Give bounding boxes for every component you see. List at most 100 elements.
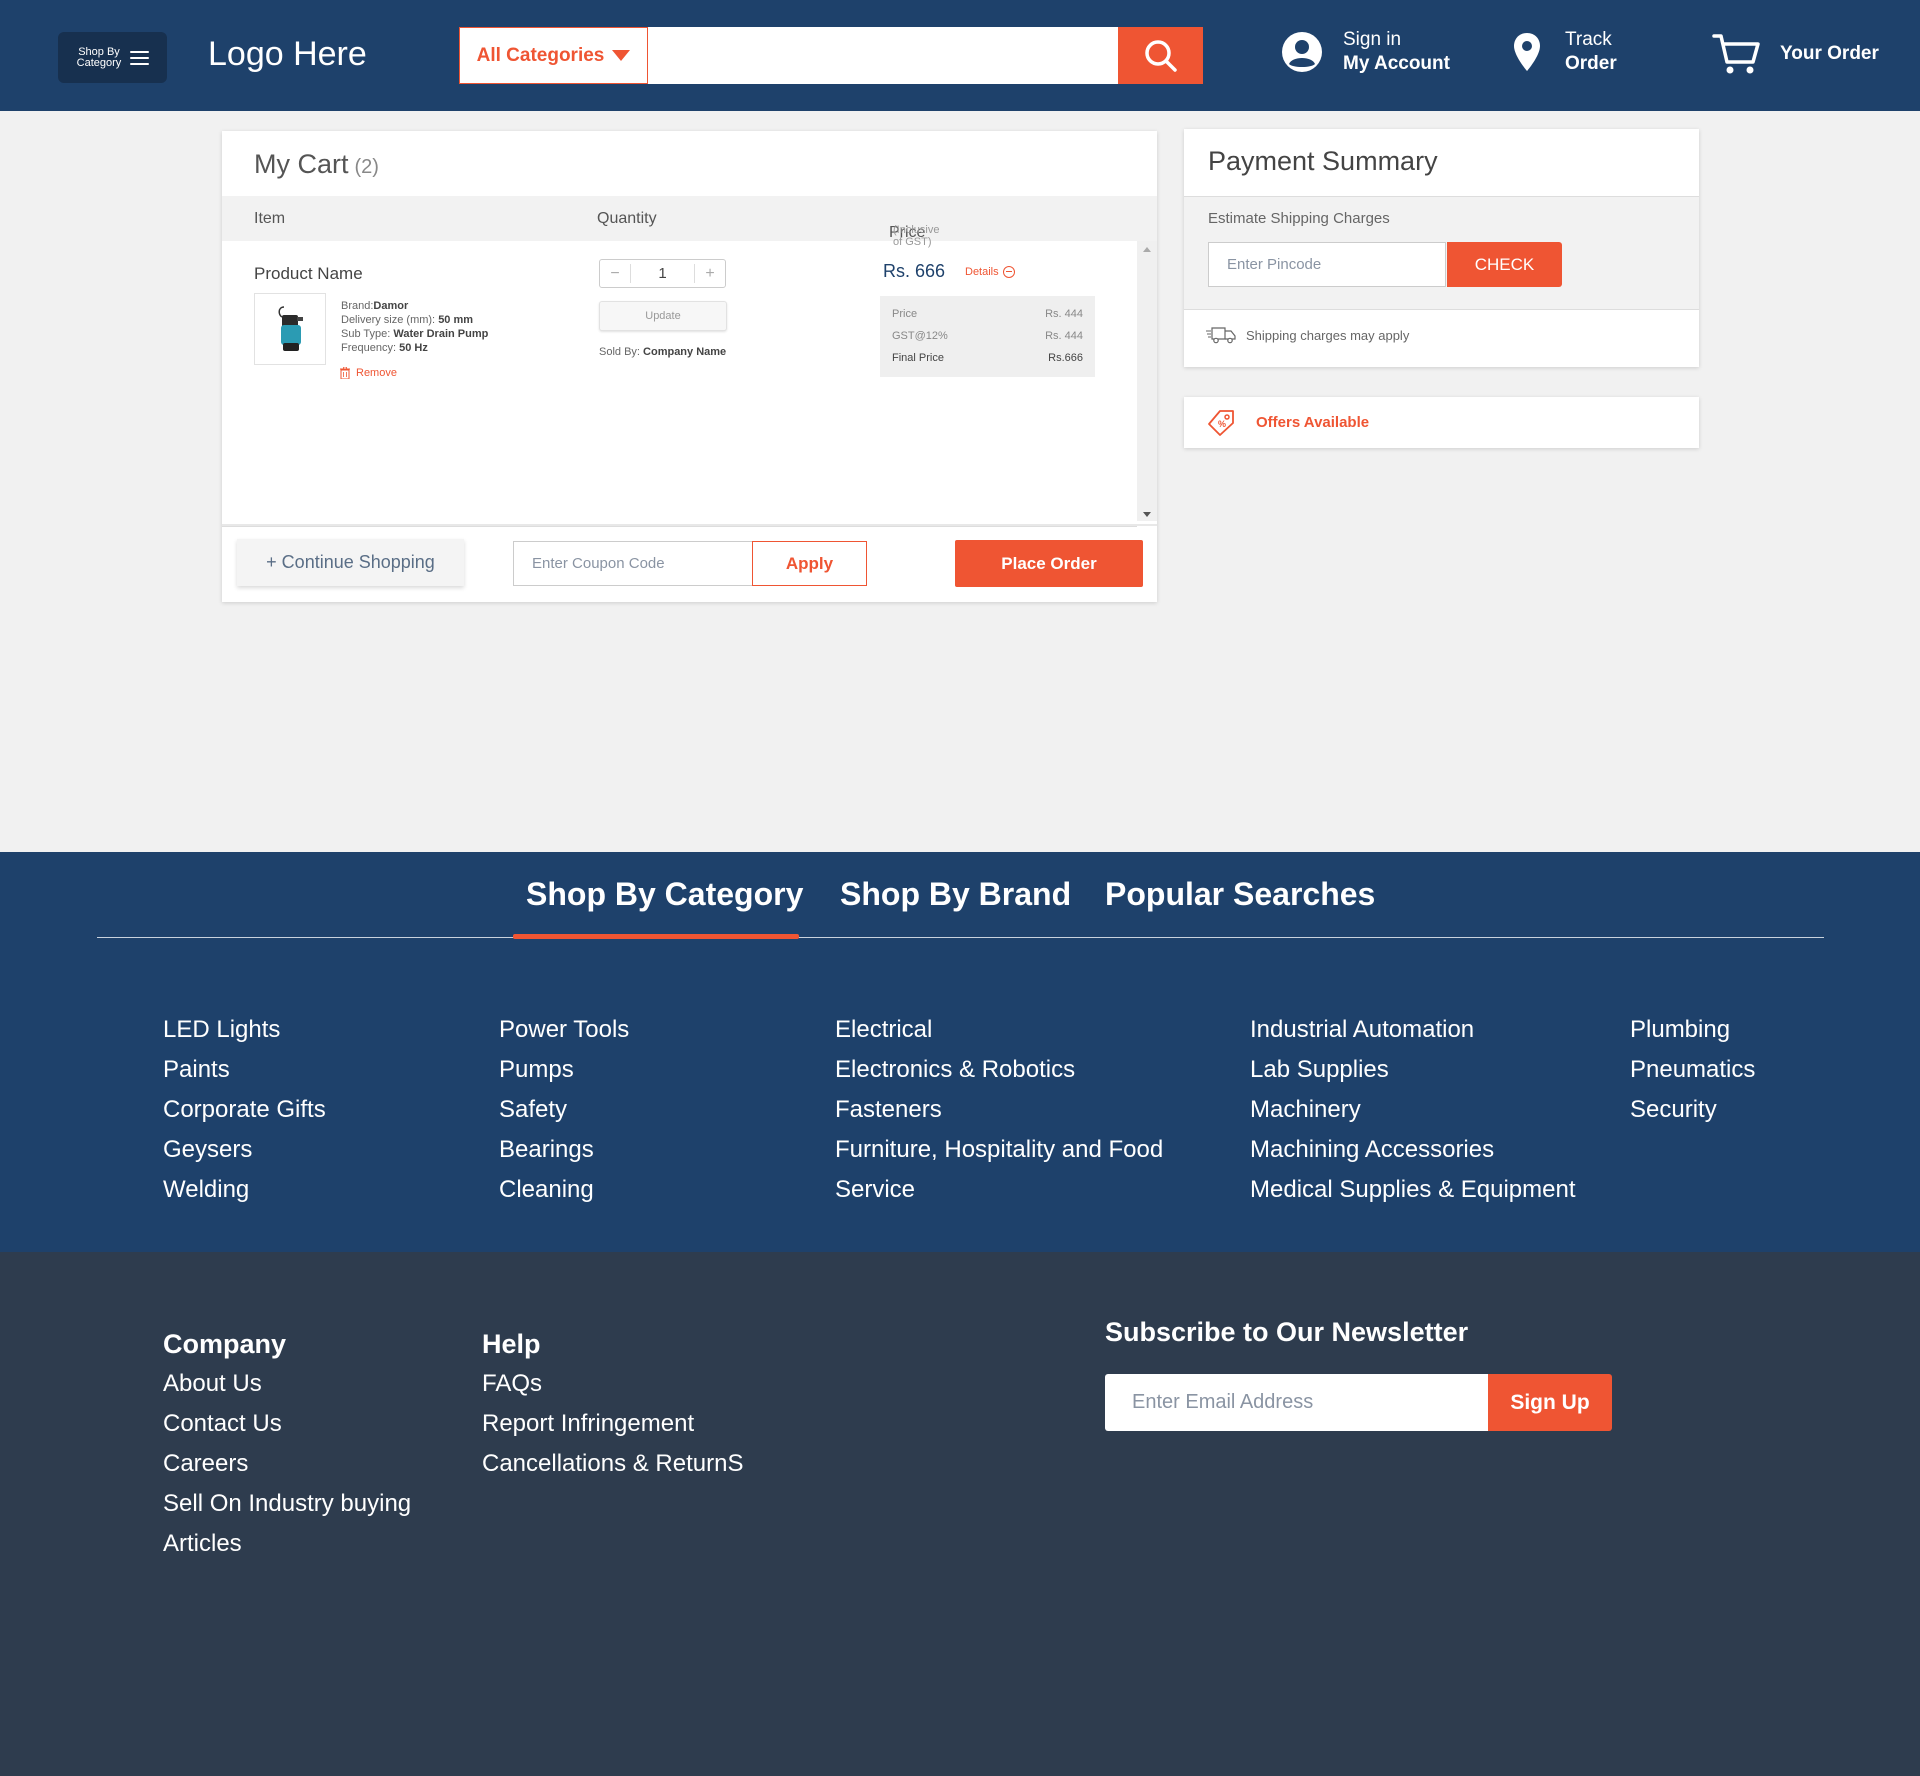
top-header: Shop By Category Logo Here All Categorie… [0, 0, 1920, 111]
category-link[interactable]: Electronics & Robotics [835, 1050, 1163, 1090]
tab-shop-by-category[interactable]: Shop By Category [526, 876, 803, 913]
decrement-button[interactable]: − [600, 265, 630, 283]
sold-by: Sold By: Company Name [599, 346, 726, 358]
category-column: Power Tools Pumps Safety Bearings Cleani… [499, 1010, 629, 1210]
update-button[interactable]: Update [599, 301, 727, 331]
category-link[interactable]: Power Tools [499, 1010, 629, 1050]
footer-tabs: Shop By Category Shop By Brand Popular S… [0, 876, 1920, 916]
category-link[interactable]: Machinery [1250, 1090, 1576, 1130]
footer-link[interactable]: Report Infringement [482, 1404, 743, 1444]
category-link[interactable]: Security [1630, 1090, 1755, 1130]
cart-icon [1712, 34, 1760, 74]
order-label: Order [1565, 53, 1617, 74]
cart-actions: + Continue Shopping Apply Place Order [222, 524, 1157, 602]
search-input[interactable] [648, 27, 1118, 84]
track-order-link[interactable]: Track Order [1513, 28, 1617, 76]
increment-button[interactable]: + [695, 265, 725, 283]
category-link[interactable]: Pumps [499, 1050, 629, 1090]
offers-available-bar[interactable]: % Offers Available [1184, 397, 1699, 448]
place-order-button[interactable]: Place Order [955, 540, 1143, 587]
category-link[interactable]: Fasteners [835, 1090, 1163, 1130]
category-dropdown[interactable]: All Categories [459, 27, 648, 84]
newsletter-signup-button[interactable]: Sign Up [1488, 1374, 1612, 1431]
category-link[interactable]: Bearings [499, 1130, 629, 1170]
scroll-up-icon[interactable] [1143, 247, 1151, 252]
continue-shopping-button[interactable]: + Continue Shopping [237, 539, 464, 586]
breakdown-label: GST@12% [892, 330, 948, 342]
category-link[interactable]: Geysers [163, 1130, 326, 1170]
shipping-note: Shipping charges may apply [1206, 326, 1409, 344]
footer-link[interactable]: Sell On Industry buying [163, 1484, 411, 1524]
product-image[interactable] [254, 293, 326, 365]
company-links: Company About Us Contact Us Careers Sell… [163, 1324, 411, 1564]
quantity-value[interactable]: 1 [630, 264, 695, 283]
price-details-toggle[interactable]: Details [965, 266, 1015, 278]
shop-by-category-button[interactable]: Shop By Category [58, 32, 167, 83]
estimate-shipping-label: Estimate Shipping Charges [1208, 210, 1390, 227]
coupon-code-input[interactable] [513, 541, 753, 586]
logo[interactable]: Logo Here [208, 35, 367, 74]
sub-type-value: Water Drain Pump [393, 328, 489, 340]
newsletter-email-input[interactable] [1105, 1374, 1490, 1431]
help-links: Help FAQs Report Infringement Cancellati… [482, 1324, 743, 1484]
help-heading: Help [482, 1329, 541, 1359]
category-link[interactable]: Safety [499, 1090, 629, 1130]
cart-scrollbar[interactable] [1137, 241, 1157, 521]
category-link[interactable]: Paints [163, 1050, 326, 1090]
frequency-value: 50 Hz [399, 342, 428, 354]
tab-shop-by-brand[interactable]: Shop By Brand [840, 876, 1071, 913]
newsletter-title: Subscribe to Our Newsletter [1105, 1317, 1469, 1347]
your-order-link[interactable]: Your Order [1712, 32, 1879, 76]
delivery-size-value: 50 mm [438, 314, 474, 326]
sold-by-value: Company Name [643, 346, 727, 358]
apply-coupon-button[interactable]: Apply [752, 541, 867, 586]
category-link[interactable]: Cleaning [499, 1170, 629, 1210]
pincode-input[interactable] [1208, 242, 1446, 287]
payment-summary-title: Payment Summary [1208, 146, 1438, 176]
category-link[interactable]: Corporate Gifts [163, 1090, 326, 1130]
remove-item-link[interactable]: Remove [340, 367, 397, 379]
category-link[interactable]: Lab Supplies [1250, 1050, 1576, 1090]
svg-text:%: % [1218, 419, 1226, 429]
product-name[interactable]: Product Name [254, 264, 363, 284]
offers-available-label: Offers Available [1256, 414, 1370, 431]
category-link[interactable]: Plumbing [1630, 1010, 1755, 1050]
cart-count: (2) [354, 156, 379, 178]
sign-in-account-link[interactable]: Sign in My Account [1281, 28, 1450, 76]
category-dropdown-label: All Categories [476, 44, 605, 66]
tab-divider [97, 937, 1824, 938]
category-link[interactable]: Furniture, Hospitality and Food [835, 1130, 1163, 1170]
category-link[interactable]: Medical Supplies & Equipment [1250, 1170, 1576, 1210]
track-label: Track [1565, 29, 1612, 50]
category-link[interactable]: LED Lights [163, 1010, 326, 1050]
footer-link[interactable]: Careers [163, 1444, 411, 1484]
water-pump-image [278, 306, 303, 351]
footer-categories: Shop By Category Shop By Brand Popular S… [0, 852, 1920, 1252]
quantity-stepper: − 1 + [599, 259, 726, 288]
footer-link[interactable]: Cancellations & ReturnS [482, 1444, 743, 1484]
cart-panel: My Cart (2) Item Quantity Price (Inclusive… [222, 131, 1157, 602]
footer-link[interactable]: About Us [163, 1364, 411, 1404]
search-button[interactable] [1118, 27, 1203, 84]
footer-link[interactable]: FAQs [482, 1364, 743, 1404]
category-column: Electrical Electronics & Robotics Fasten… [835, 1010, 1163, 1210]
category-link[interactable]: Pneumatics [1630, 1050, 1755, 1090]
cart-item-row: Product Name Brand:Damor Delivery size (… [222, 241, 1137, 527]
scroll-down-icon[interactable] [1143, 512, 1151, 517]
category-link[interactable]: Machining Accessories [1250, 1130, 1576, 1170]
category-link[interactable]: Industrial Automation [1250, 1010, 1576, 1050]
category-link[interactable]: Service [835, 1170, 1163, 1210]
footer-link[interactable]: Contact Us [163, 1404, 411, 1444]
footer-link[interactable]: Articles [163, 1524, 411, 1564]
delivery-truck-icon [1206, 327, 1236, 344]
category-link[interactable]: Welding [163, 1170, 326, 1210]
caret-down-icon [612, 50, 631, 61]
category-link[interactable]: Electrical [835, 1010, 1163, 1050]
price-breakdown: Price Rs. 444 GST@12% Rs. 444 Final Price R… [880, 296, 1095, 377]
tab-popular-searches[interactable]: Popular Searches [1105, 876, 1375, 913]
category-column: Industrial Automation Lab Supplies Machi… [1250, 1010, 1576, 1210]
category-column: Plumbing Pneumatics Security [1630, 1010, 1755, 1130]
check-pincode-button[interactable]: CHECK [1447, 242, 1562, 287]
user-icon [1282, 32, 1322, 72]
active-tab-indicator [513, 934, 799, 939]
